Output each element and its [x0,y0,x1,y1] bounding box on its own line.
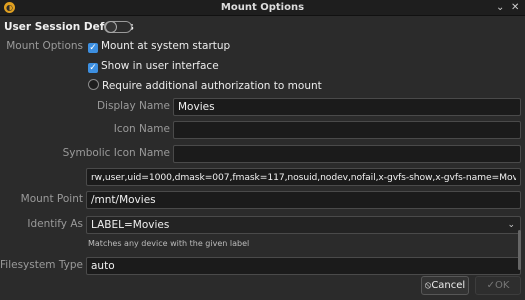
mount-point-input[interactable] [86,191,521,209]
title-bar: ◐ Mount Options ⌄ ✕ [0,0,525,16]
close-icon[interactable]: ✕ [511,0,519,15]
display-name-input[interactable] [173,98,521,116]
mount-at-startup-checkbox[interactable]: ✓ Mount at system startup [88,39,230,54]
toggle-knob [105,21,117,33]
ok-button-label: OK [494,280,510,291]
scrollbar[interactable] [518,230,521,270]
symbolic-icon-name-label: Symbolic Icon Name [62,147,170,159]
identify-as-hint: Matches any device with the given label [88,239,250,248]
minimize-icon[interactable]: ⌄ [496,0,504,15]
user-session-defaults-toggle[interactable] [104,21,132,33]
cancel-button-label: Cancel [431,280,466,291]
identify-as-label: Identify As [27,218,83,230]
filesystem-type-label: Filesystem Type [0,259,83,271]
show-in-ui-label: Show in user interface [101,60,219,72]
show-in-ui-checkbox[interactable]: ✓ Show in user interface [88,59,219,74]
chevron-down-icon: ⌄ [507,220,515,230]
identify-as-select[interactable]: LABEL=Movies ⌄ [86,216,521,234]
checkmark-icon: ✓ [88,43,98,53]
mount-options-string-input[interactable] [86,168,521,186]
require-authorization-label: Require additional authorization to moun… [102,80,322,92]
unchecked-box-icon [88,79,99,90]
checkmark-icon: ✓ [88,63,98,73]
mount-at-startup-label: Mount at system startup [101,40,231,52]
mount-point-label: Mount Point [20,193,83,205]
require-authorization-checkbox[interactable]: Require additional authorization to moun… [88,79,322,94]
icon-name-input[interactable] [173,121,521,139]
ok-button[interactable]: ✓OK [475,276,521,295]
filesystem-type-input[interactable] [86,257,521,275]
icon-name-label: Icon Name [113,123,170,135]
display-name-label: Display Name [96,100,170,112]
cancel-button[interactable]: ⦸Cancel [421,276,469,295]
identify-as-value: LABEL=Movies [91,219,170,231]
checkmark-icon: ✓ [486,280,495,291]
window-title: Mount Options [220,2,305,13]
symbolic-icon-name-input[interactable] [173,145,521,163]
mount-options-label: Mount Options [6,40,83,52]
